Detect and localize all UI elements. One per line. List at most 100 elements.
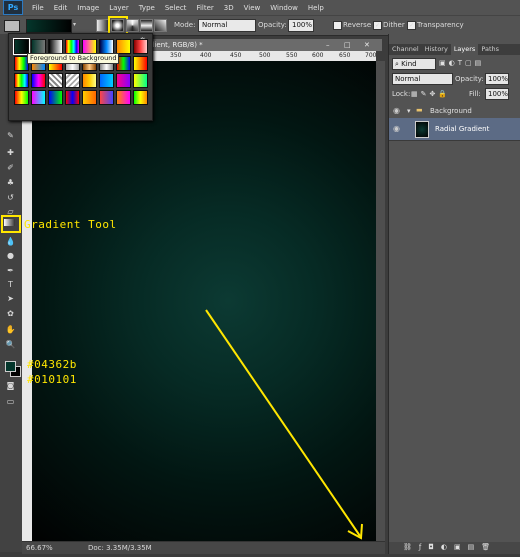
history-brush-icon[interactable]: ↺ [4,192,17,203]
gradient-picker-popup: ⚙ [8,33,153,121]
menu-type[interactable]: Type [134,4,160,12]
document-canvas[interactable] [32,61,376,541]
diamond-gradient-icon[interactable] [154,19,167,32]
gradient-preset[interactable] [133,73,148,88]
gradient-preset[interactable] [133,90,148,105]
healing-brush-icon[interactable]: ✚ [4,147,17,158]
minimize-icon[interactable]: – [326,39,330,51]
tab-history[interactable]: History [422,44,451,55]
gradient-preset[interactable] [82,73,97,88]
ruler-mark: 650 [339,52,351,59]
menu-file[interactable]: File [27,4,49,12]
quick-mask-icon[interactable]: ◙ [4,380,17,391]
background-color-annotation: #010101 [27,373,77,386]
mode-value: Normal [202,21,228,29]
gradient-preset[interactable] [99,73,114,88]
gradient-preset[interactable] [82,39,97,54]
gradient-preset[interactable] [99,39,114,54]
menu-edit[interactable]: Edit [49,4,73,12]
fill-input[interactable]: 100% [485,88,509,100]
foreground-color-annotation: #04362b [27,358,77,371]
gradient-preset[interactable] [65,39,80,54]
gradient-preset[interactable] [31,90,46,105]
gradient-preset[interactable] [14,73,29,88]
fill-label: Fill: [469,90,481,98]
fill-value: 100% [488,90,509,98]
gradient-preset[interactable] [65,90,80,105]
gradient-preset[interactable] [14,90,29,105]
menu-3d[interactable]: 3D [219,4,239,12]
menu-window[interactable]: Window [265,4,303,12]
menu-help[interactable]: Help [303,4,329,12]
eyedropper-icon[interactable]: ✎ [4,130,17,141]
close-icon[interactable]: ✕ [364,39,370,51]
ruler-mark: 500 [259,52,271,59]
gradient-preset[interactable] [116,39,131,54]
kind-filter-select[interactable]: ⌕ Kind [392,58,436,70]
blend-mode-select[interactable]: Normal [392,73,453,85]
zoom-icon[interactable]: 🔍 [4,339,17,350]
dodge-icon[interactable]: ● [4,250,17,261]
eye-icon[interactable]: ◉ [393,106,400,115]
opacity-value: 100% [292,21,313,29]
zoom-level[interactable]: 66.67% [26,544,53,552]
gradient-preset[interactable] [99,90,114,105]
tab-layers[interactable]: Layers [450,44,479,55]
blur-icon[interactable]: 💧 [4,236,17,247]
gradient-tool-icon[interactable] [4,219,15,226]
brush-icon[interactable]: ✐ [4,162,17,173]
reflected-gradient-icon[interactable] [140,19,153,32]
layer-opacity-label: Opacity: [455,75,484,83]
tab-paths[interactable]: Paths [478,44,502,55]
reverse-checkbox[interactable] [333,21,342,30]
clone-stamp-icon[interactable]: ♣ [4,177,17,188]
lock-icons[interactable]: ▦✎✥🔒 [411,90,450,98]
pen-icon[interactable]: ✒ [4,265,17,276]
transparency-checkbox[interactable]: ✓ [407,21,416,30]
opacity-input[interactable]: 100% [288,19,314,32]
layer-group-row[interactable]: ◉ ▾ ▬ Background [389,105,520,119]
gradient-preset[interactable] [48,73,63,88]
menu-filter[interactable]: Filter [191,4,218,12]
gradient-preset[interactable] [13,38,30,55]
document-tab[interactable]: dient, RGB/8) * – □ ✕ [148,39,382,51]
shape-icon[interactable]: ✿ [4,308,17,319]
eye-icon[interactable]: ◉ [393,124,400,133]
gradient-preset[interactable] [48,90,63,105]
hand-icon[interactable]: ✋ [4,324,17,335]
gradient-preset[interactable] [48,39,63,54]
angle-gradient-icon[interactable] [126,19,139,32]
tab-channel[interactable]: Channel [389,44,422,55]
vertical-scrollbar[interactable] [376,61,385,541]
gradient-preset[interactable] [116,90,131,105]
menu-view[interactable]: View [239,4,266,12]
gradient-preset[interactable] [31,39,46,54]
gradient-preset[interactable] [65,73,80,88]
layer-opacity-input[interactable]: 100% [485,73,509,85]
gradient-picker-caret-icon[interactable]: ▾ [73,21,76,28]
dither-checkbox[interactable]: ✓ [373,21,382,30]
path-selection-icon[interactable]: ➤ [4,293,17,304]
layer-action-icons[interactable]: ⛓ƒ◘◐▣▤🗑 [403,543,497,551]
gradient-editor-swatch[interactable] [26,19,72,33]
mode-select[interactable]: Normal [198,19,256,32]
expand-icon[interactable]: ▾ [407,107,411,115]
menu-select[interactable]: Select [160,4,192,12]
menu-bar: Ps File Edit Image Layer Type Select Fil… [0,0,520,15]
layer-row[interactable]: ◉ Radial Gradient [389,118,520,141]
menu-layer[interactable]: Layer [104,4,134,12]
screen-mode-icon[interactable]: ▭ [4,396,17,407]
layer-filter-icons[interactable]: ▣◐T▢▤ [439,59,484,67]
type-icon[interactable]: T [4,279,17,290]
foreground-color-swatch[interactable] [5,361,16,372]
gradient-preset[interactable] [133,56,148,71]
folder-icon: ▬ [416,106,423,114]
gradient-preset[interactable] [133,39,148,54]
menu-image[interactable]: Image [72,4,104,12]
maximize-icon[interactable]: □ [344,39,351,51]
gradient-preset[interactable] [82,90,97,105]
tool-preset-icon[interactable] [4,20,20,32]
radial-gradient-icon[interactable] [111,19,124,32]
gradient-preset[interactable] [116,73,131,88]
gradient-preset[interactable] [31,73,46,88]
